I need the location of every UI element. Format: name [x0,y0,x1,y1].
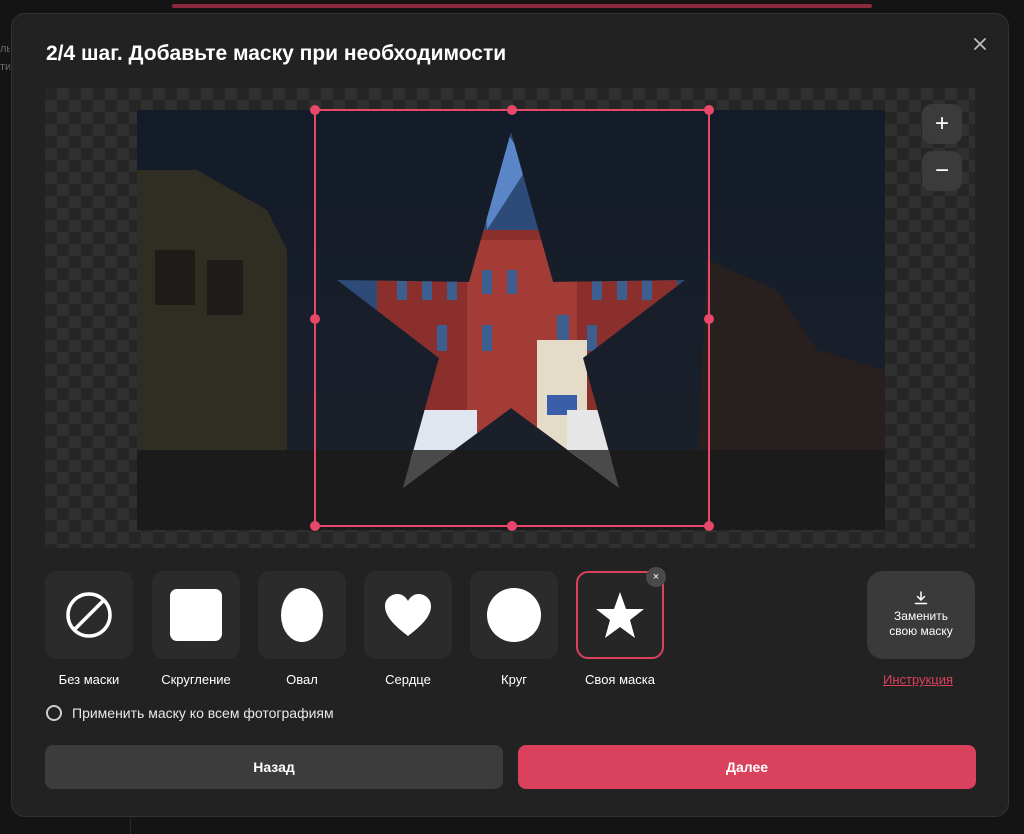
no-mask-icon [66,592,112,638]
mask-tile[interactable] [45,571,133,659]
next-button[interactable]: Далее [518,745,976,789]
replace-mask-label: Заменить свою маску [889,609,953,638]
mask-label: Сердце [385,672,431,687]
mask-tile[interactable] [364,571,452,659]
apply-all-checkbox[interactable] [46,705,62,721]
apply-all-label: Применить маску ко всем фотографиям [72,705,334,721]
instruction-link[interactable]: Инструкция [883,672,953,687]
mask-label: Скругление [161,672,231,687]
mask-option-oval[interactable]: Овал [256,571,348,687]
mask-tile[interactable] [152,571,240,659]
mask-label: Без маски [58,672,120,687]
download-icon [914,591,928,605]
replace-mask-button[interactable]: Заменить свою маску [867,571,975,659]
remove-custom-mask-button[interactable]: × [646,567,666,587]
close-icon[interactable] [970,34,990,54]
star-icon [596,592,644,638]
mask-label: Круг [501,672,527,687]
mask-label: Своя маска [585,672,655,687]
circle-icon [487,588,541,642]
mask-tile[interactable] [470,571,558,659]
background-divider [130,818,131,834]
mask-editor-canvas[interactable]: + − [45,88,975,548]
background-sidebar-text: ль ти [0,43,10,73]
mask-option-custom[interactable]: Своя маска [574,571,666,687]
mask-option-none[interactable]: Без маски [43,571,135,687]
oval-icon [281,588,323,642]
mask-tile[interactable] [258,571,346,659]
mask-option-circle[interactable]: Круг [468,571,560,687]
mask-step-modal: 2/4 шаг. Добавьте маску при необходимост… [11,13,1009,817]
mask-option-heart[interactable]: Сердце [362,571,454,687]
rounded-square-icon [170,589,222,641]
zoom-in-button[interactable]: + [922,104,962,144]
modal-title: 2/4 шаг. Добавьте маску при необходимост… [46,42,507,65]
background-progress-bar [172,4,872,8]
mask-selection-frame[interactable] [45,88,975,548]
heart-icon [385,594,431,636]
back-button[interactable]: Назад [45,745,503,789]
mask-label: Овал [286,672,318,687]
zoom-out-button[interactable]: − [922,151,962,191]
mask-option-rounded[interactable]: Скругление [150,571,242,687]
apply-all-row[interactable]: Применить маску ко всем фотографиям [46,705,334,721]
